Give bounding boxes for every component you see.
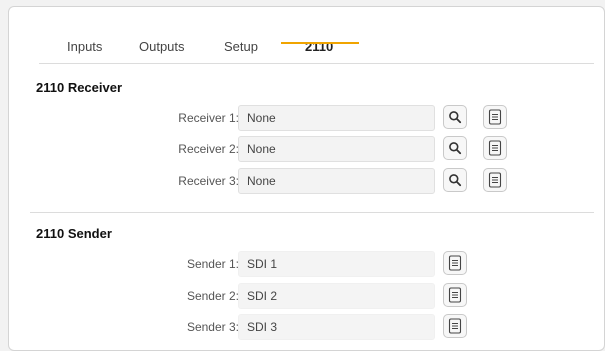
receiver-3-label: Receiver 3:	[178, 174, 239, 188]
tab-outputs[interactable]: Outputs	[139, 39, 185, 54]
sender-3-details-button[interactable]	[443, 314, 467, 338]
tab-setup[interactable]: Setup	[224, 39, 258, 54]
settings-panel: Inputs Outputs Setup 2110 2110 Receiver …	[8, 6, 605, 351]
sender-1-field	[238, 251, 435, 277]
receiver-1-search-button[interactable]	[443, 105, 467, 129]
sender-2-field	[238, 283, 435, 309]
sender-1-details-button[interactable]	[443, 251, 467, 275]
document-icon	[488, 172, 502, 188]
sender-row-2: Sender 2:	[9, 283, 605, 311]
receiver-section-title: 2110 Receiver	[36, 80, 123, 95]
sender-1-label: Sender 1:	[186, 257, 239, 271]
document-icon	[448, 318, 462, 334]
sender-row-1: Sender 1:	[9, 251, 605, 279]
document-icon	[448, 255, 462, 271]
receiver-3-search-button[interactable]	[443, 168, 467, 192]
receiver-row-1: Receiver 1:	[9, 105, 605, 133]
receiver-1-details-button[interactable]	[483, 105, 507, 129]
sender-3-field	[238, 314, 435, 340]
receiver-2-search-button[interactable]	[443, 136, 467, 160]
receiver-3-details-button[interactable]	[483, 168, 507, 192]
search-icon	[449, 174, 462, 187]
sender-row-3: Sender 3:	[9, 314, 605, 342]
document-icon	[448, 287, 462, 303]
section-divider	[30, 212, 594, 213]
receiver-row-2: Receiver 2:	[9, 136, 605, 164]
active-tab-indicator	[281, 42, 359, 44]
tab-bar: Inputs Outputs Setup 2110	[39, 27, 594, 64]
receiver-2-details-button[interactable]	[483, 136, 507, 160]
sender-section-title: 2110 Sender	[36, 226, 112, 241]
document-icon	[488, 140, 502, 156]
receiver-3-field[interactable]	[238, 168, 435, 194]
tab-inputs[interactable]: Inputs	[67, 39, 102, 54]
receiver-row-3: Receiver 3:	[9, 168, 605, 196]
receiver-2-label: Receiver 2:	[178, 142, 239, 156]
receiver-1-field[interactable]	[238, 105, 435, 131]
search-icon	[449, 142, 462, 155]
sender-2-details-button[interactable]	[443, 283, 467, 307]
receiver-2-field[interactable]	[238, 136, 435, 162]
document-icon	[488, 109, 502, 125]
receiver-1-label: Receiver 1:	[178, 111, 239, 125]
search-icon	[449, 111, 462, 124]
sender-3-label: Sender 3:	[186, 320, 239, 334]
sender-2-label: Sender 2:	[186, 289, 239, 303]
